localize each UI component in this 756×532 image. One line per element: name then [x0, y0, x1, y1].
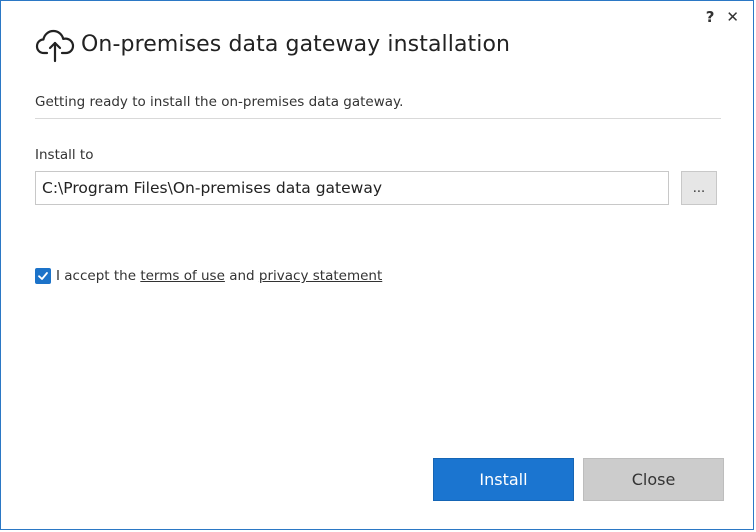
browse-button[interactable]: ...: [681, 171, 717, 205]
dialog-header: On-premises data gateway installation: [35, 25, 510, 63]
terms-of-use-link[interactable]: terms of use: [140, 268, 225, 284]
header-divider: [35, 118, 721, 119]
accept-prefix-text: I accept the: [56, 268, 137, 284]
installer-window: ? ✕ On-premises data gateway installatio…: [0, 0, 754, 530]
install-to-label: Install to: [35, 147, 94, 163]
install-path-input[interactable]: [35, 171, 669, 205]
help-button[interactable]: ?: [706, 7, 715, 27]
dialog-title: On-premises data gateway installation: [81, 31, 511, 57]
cloud-upload-icon: [35, 29, 75, 63]
window-close-button[interactable]: ✕: [726, 7, 739, 27]
accept-terms-row: I accept the terms of use and privacy st…: [35, 268, 382, 284]
status-text: Getting ready to install the on-premises…: [35, 94, 404, 110]
close-button[interactable]: Close: [583, 458, 724, 501]
window-controls: ? ✕: [706, 7, 739, 27]
privacy-statement-link[interactable]: privacy statement: [259, 268, 382, 284]
checkmark-icon: [38, 272, 48, 280]
install-button[interactable]: Install: [433, 458, 574, 501]
accept-terms-checkbox[interactable]: [35, 268, 51, 284]
accept-and-text: and: [229, 268, 255, 284]
